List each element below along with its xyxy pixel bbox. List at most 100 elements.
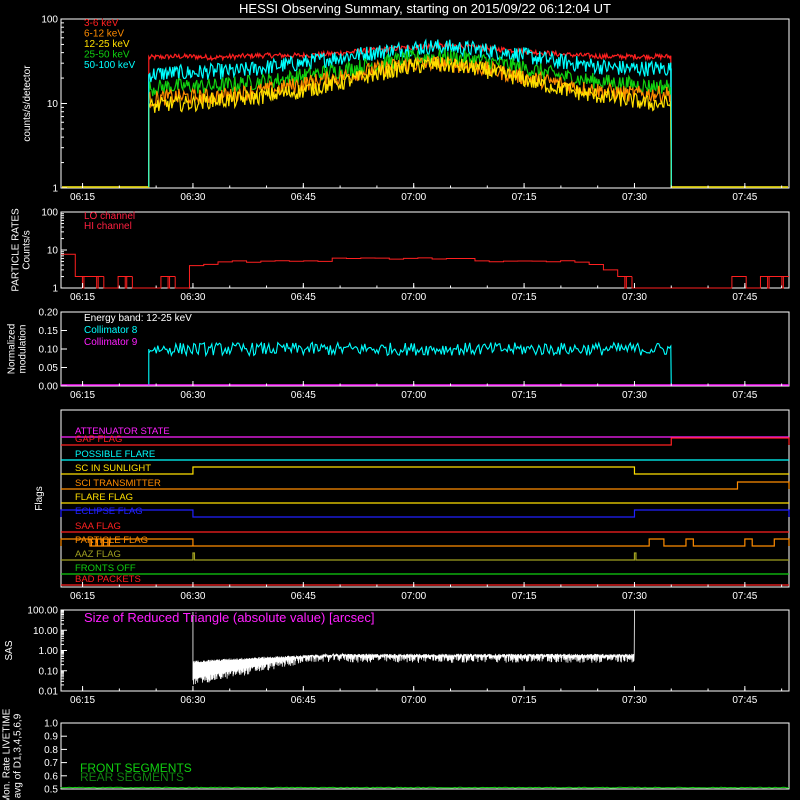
y-axis-label: SAS	[4, 640, 15, 660]
sas-xtick-label: 06:45	[291, 695, 316, 706]
flag-line	[60, 538, 790, 547]
flags-xtick-label: 07:30	[622, 591, 647, 602]
modulation-xtick-label: 06:45	[291, 390, 316, 401]
y-tick-label: 0.9	[44, 732, 58, 743]
legend-entry: REAR SEGMENTS	[80, 770, 184, 784]
y-tick-label: 10.00	[33, 626, 58, 637]
particle-rates-xtick-label: 06:30	[180, 292, 205, 303]
y-tick-label: 1.0	[44, 719, 58, 730]
y-tick-label: 1.00	[39, 646, 59, 657]
y-tick-label: 0.15	[39, 326, 59, 337]
y-axis-label: avg of D1,3,4,5,6,9	[13, 713, 24, 798]
legend-entry: HI channel	[84, 221, 132, 232]
y-tick-label: 100	[41, 208, 58, 219]
page-title: HESSI Observing Summary, starting on 201…	[239, 1, 611, 16]
count-rate-line	[62, 56, 788, 188]
y-tick-label: 1	[52, 184, 58, 195]
count-rates-panel: 1 10 100 06:15 06:30 06:45 07:00 07:15 07:30 07:4…	[22, 15, 790, 203]
flag-label: GAP FLAG	[75, 434, 122, 445]
flag-label: AAZ FLAG	[75, 549, 121, 560]
sas-xtick-label: 07:15	[512, 695, 537, 706]
y-tick-label: 1	[52, 284, 58, 295]
particle-rates-xtick-label: 06:45	[291, 292, 316, 303]
flags-xtick-label: 06:15	[70, 591, 95, 602]
sas-xtick-label: 07:00	[401, 695, 426, 706]
flags-panel: ATTENUATOR STATEGAP FLAGPOSSIBLE FLARESC…	[34, 409, 790, 602]
y-tick-label: 0.00	[39, 382, 59, 393]
flags-xtick-label: 07:45	[732, 591, 757, 602]
modulation-xtick-label: 06:15	[70, 390, 95, 401]
count-rates-xtick-label: 07:00	[401, 192, 426, 203]
flags-xtick-label: 07:00	[401, 591, 426, 602]
legend-entry: 3-6 keV	[84, 18, 119, 29]
legend-entry: 50-100 keV	[84, 60, 135, 71]
flag-label: SAA FLAG	[75, 521, 121, 532]
flag-label: BAD PACKETS	[75, 574, 141, 585]
sas-xtick-label: 07:45	[732, 695, 757, 706]
y-tick-label: 10	[47, 246, 59, 257]
particle-rates-xtick-label: 07:45	[732, 292, 757, 303]
flag-label: POSSIBLE FLARE	[75, 449, 155, 460]
modulation-xtick-label: 07:45	[732, 390, 757, 401]
legend-entry: 12-25 keV	[84, 39, 130, 50]
sas-xtick-label: 06:15	[70, 695, 95, 706]
count-rates-xtick-label: 07:45	[732, 192, 757, 203]
y-axis-label: PARTICLE RATES	[11, 208, 22, 292]
y-tick-label: 0.5	[44, 785, 58, 796]
y-axis-label: Counts/s	[22, 230, 33, 269]
particle-rates-panel: 1 10 100 06:15 06:30 06:45 07:00 07:15 07:30 07:4…	[11, 208, 790, 303]
hessi-summary: HESSI Observing Summary, starting on 201…	[0, 0, 800, 800]
y-tick-label: 0.10	[39, 666, 59, 677]
flags-xtick-label: 06:30	[180, 591, 205, 602]
sas-xtick-label: 06:30	[180, 695, 205, 706]
sas-xtick-label: 07:30	[622, 695, 647, 706]
flag-line	[61, 552, 789, 561]
y-tick-label: 0.6	[44, 771, 58, 782]
legend-entry: 6-12 keV	[84, 29, 124, 40]
particle-rates-xtick-label: 07:15	[512, 292, 537, 303]
legend-entry: Collimator 8	[84, 325, 138, 336]
flag-label: SC IN SUNLIGHT	[75, 463, 151, 474]
y-tick-label: 0.8	[44, 745, 58, 756]
count-rates-xtick-label: 06:15	[70, 192, 95, 203]
y-tick-label: 100	[41, 15, 58, 26]
collimator-8-line	[148, 341, 672, 387]
sas-panel: 0.01 0.10 1.00 10.00 100.00 06:15 06:30 06:45 07…	[4, 606, 790, 706]
flag-label: SCI TRANSMITTER	[75, 478, 161, 489]
count-rates-xtick-label: 07:15	[512, 192, 537, 203]
y-axis-label: Flags	[34, 486, 45, 510]
summary-plot: HESSI Observing Summary, starting on 201…	[2, 1, 790, 800]
modulation-xtick-label: 07:30	[622, 390, 647, 401]
y-tick-label: 10	[47, 99, 59, 110]
livetime-panel: 0.5 0.6 0.7 0.8 0.9 1.0 Mon. Rate LIVETIME avg …	[2, 708, 790, 800]
flag-label: FLARE FLAG	[75, 492, 133, 503]
modulation-xtick-label: 06:30	[180, 390, 205, 401]
y-tick-label: 0.20	[39, 308, 59, 319]
y-tick-label: 0.05	[39, 363, 59, 374]
count-rates-xtick-label: 06:30	[180, 192, 205, 203]
y-axis-label: Mon. Rate LIVETIME	[2, 708, 13, 800]
y-tick-label: 0.7	[44, 758, 58, 769]
particle-rate-line	[61, 253, 789, 289]
flag-line	[61, 481, 790, 490]
count-rate-line	[62, 55, 788, 188]
count-rates-xtick-label: 06:45	[291, 192, 316, 203]
legend-entry: Collimator 9	[84, 337, 138, 348]
count-rates-xtick-label: 07:30	[622, 192, 647, 203]
y-tick-label: 100.00	[27, 606, 58, 617]
y-axis-label: counts/s/detector	[22, 65, 33, 142]
y-axis-label: modulation	[18, 325, 29, 374]
flag-line	[60, 509, 790, 518]
flags-xtick-label: 06:45	[291, 591, 316, 602]
y-tick-label: 0.10	[39, 345, 59, 356]
energy-band-label: Energy band: 12-25 keV	[84, 313, 192, 324]
legend-entry: 25-50 keV	[84, 50, 130, 61]
particle-rates-xtick-label: 07:30	[622, 292, 647, 303]
flag-label: PARTICLE FLAG	[75, 535, 148, 546]
flags-xtick-label: 07:15	[512, 591, 537, 602]
modulation-xtick-label: 07:00	[401, 390, 426, 401]
y-tick-label: 0.01	[39, 687, 59, 698]
flag-label: FRONTS OFF	[75, 563, 136, 574]
flag-label: ECLIPSE FLAG	[75, 506, 143, 517]
sas-annotation: Size of Reduced Triangle (absolute value…	[84, 610, 375, 625]
